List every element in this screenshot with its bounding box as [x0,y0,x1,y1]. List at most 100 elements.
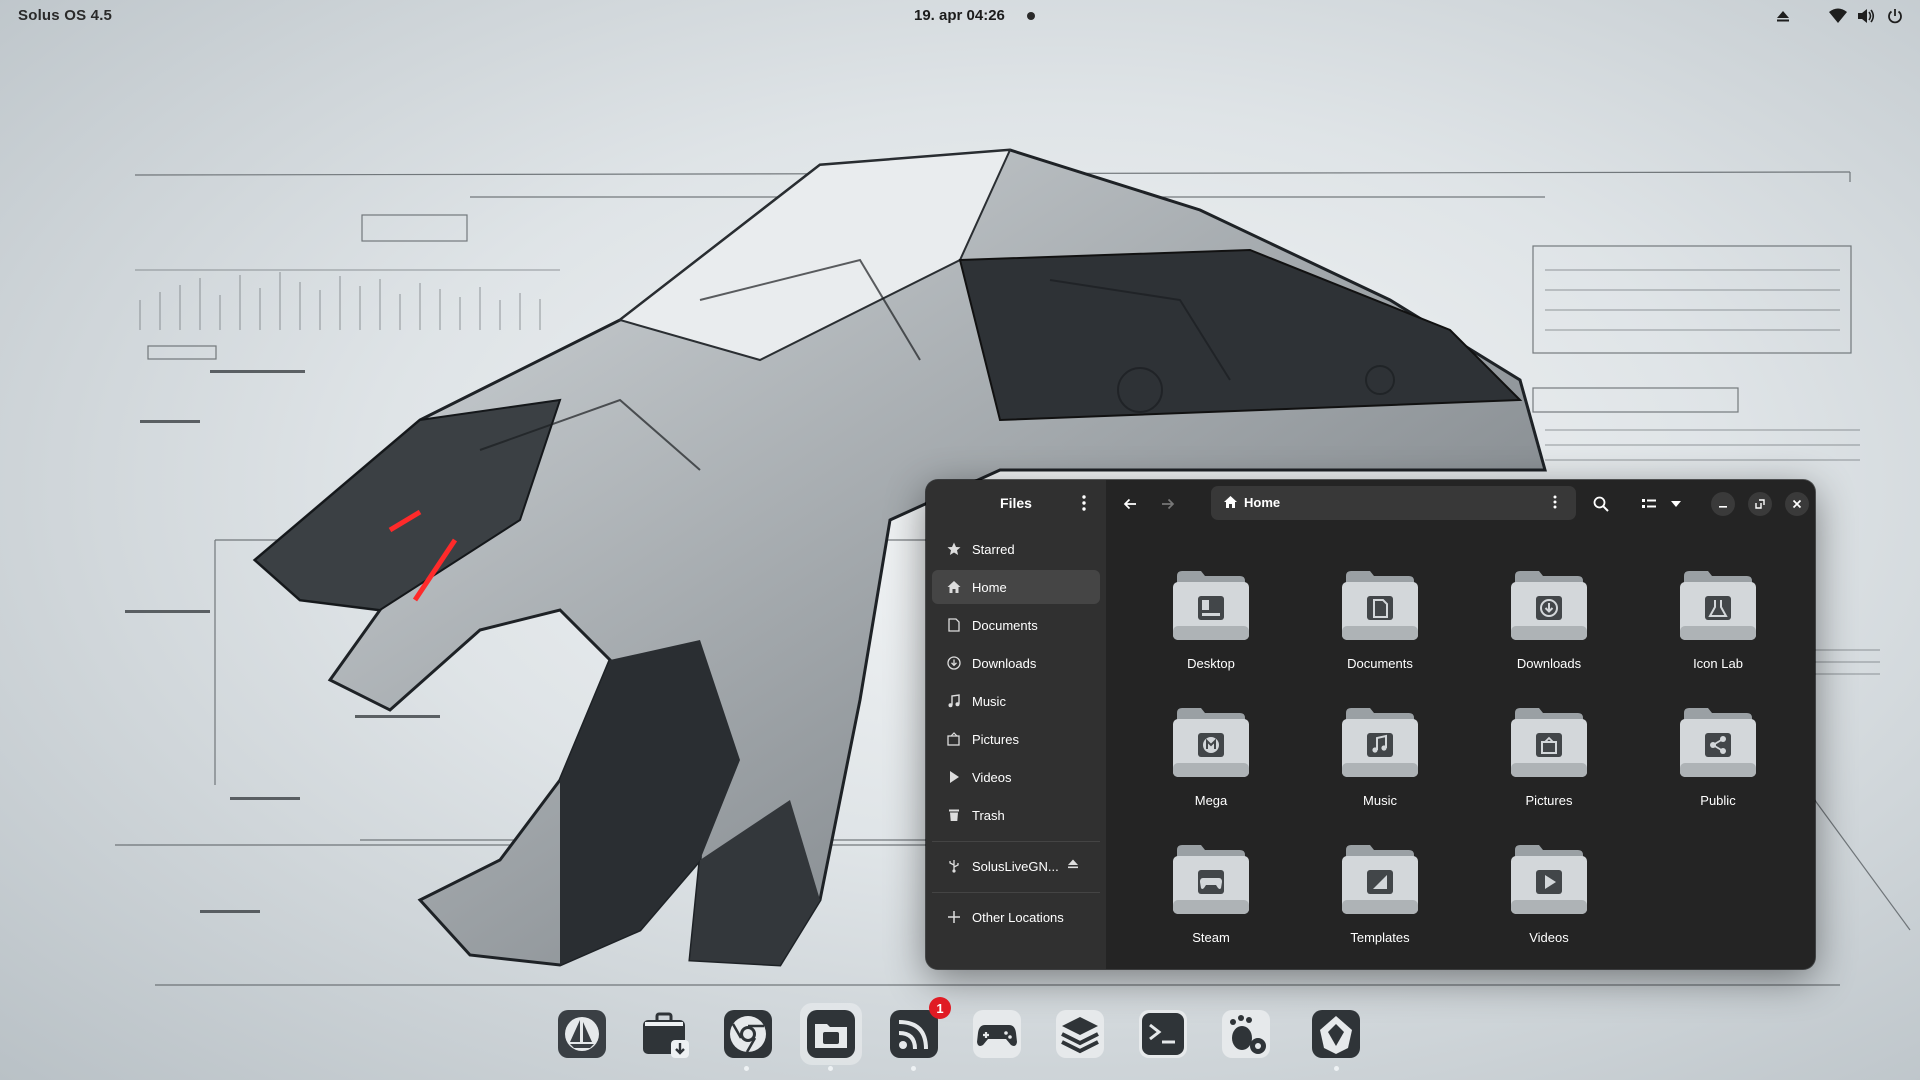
template-icon [1342,845,1418,914]
sidebar-item-pictures[interactable]: Pictures [932,722,1100,756]
eject-drive-icon[interactable] [1067,858,1079,873]
search-button[interactable] [1589,492,1613,516]
clock[interactable]: 19. apr 04:26 [914,7,1005,24]
folder-label: Icon Lab [1693,656,1743,671]
sidebar-item-label: Trash [972,807,1005,823]
folder-label: Templates [1350,930,1410,945]
sidebar-item-label: Home [972,579,1007,595]
running-indicator [911,1066,916,1071]
back-button[interactable] [1118,492,1142,516]
folder-desktop[interactable]: Desktop [1141,568,1281,686]
folder-downloads[interactable]: Downloads [1479,568,1619,686]
folder-label: Public [1700,793,1736,808]
dock-software-center[interactable] [634,1003,696,1065]
sidebar-separator [932,892,1100,893]
terminal-icon [1139,1010,1187,1058]
folder-icon-lab[interactable]: Icon Lab [1648,568,1788,686]
folder-mega[interactable]: Mega [1141,705,1281,823]
download-icon [1511,571,1587,640]
path-bar[interactable]: Home [1211,486,1576,520]
main-area: Home Desktop Documents Downloads Icon La… [1106,480,1815,969]
gamepad-icon [973,1010,1021,1058]
view-mode-button[interactable] [1637,492,1661,516]
plus-icon [946,909,962,925]
dock-gnome-tweaks[interactable] [1215,1003,1277,1065]
power-icon[interactable] [1885,6,1905,26]
notification-badge: 1 [929,997,951,1019]
sidebar-header: Files [926,480,1106,526]
folder-steam[interactable]: Steam [1141,842,1281,960]
os-name-label: Solus OS 4.5 [18,7,113,24]
files-window: Files Starred Home Documents Downloads M… [926,480,1815,969]
dock-files[interactable] [800,1003,862,1065]
solus-icon [558,1010,606,1058]
folder-public[interactable]: Public [1648,705,1788,823]
dock-terminal[interactable] [1132,1003,1194,1065]
sidebar-item-label: Music [972,693,1006,709]
sidebar-item-starred[interactable]: Starred [932,532,1100,566]
folder-videos[interactable]: Videos [1479,842,1619,960]
sidebar-item-label: Other Locations [972,909,1064,925]
trash-icon [946,807,962,823]
drive-label: SolusLiveGN... [972,858,1059,874]
desktop-icon [1173,571,1249,640]
dock-solus[interactable] [551,1003,613,1065]
top-bar: Solus OS 4.5 19. apr 04:26 [0,0,1920,32]
list-view-icon [1642,499,1656,508]
maximize-button[interactable] [1748,492,1772,516]
dock-games[interactable] [966,1003,1028,1065]
sidebar-item-drive[interactable]: SolusLiveGN... [932,849,1100,883]
minimize-button[interactable] [1711,492,1735,516]
vertical-dots-icon[interactable] [1553,494,1557,515]
play-icon [946,769,962,785]
usb-icon [946,858,962,874]
running-indicator [828,1066,833,1071]
view-options-button[interactable] [1664,492,1688,516]
dock-chrome[interactable] [717,1003,779,1065]
arrow-left-icon [1123,498,1136,510]
folder-pictures[interactable]: Pictures [1479,705,1619,823]
folder-label: Downloads [1516,656,1582,671]
main-menu-button[interactable] [1074,493,1094,513]
folder-templates[interactable]: Templates [1310,842,1450,960]
folder-label: Documents [1347,656,1413,671]
software-center-icon [643,1012,689,1058]
sidebar-item-documents[interactable]: Documents [932,608,1100,642]
sidebar-item-videos[interactable]: Videos [932,760,1100,794]
sidebar-item-trash[interactable]: Trash [932,798,1100,832]
sidebar-separator [932,841,1100,842]
forward-button[interactable] [1156,492,1180,516]
sidebar-item-home[interactable]: Home [932,570,1100,604]
dock-app[interactable] [1305,1003,1367,1065]
eject-icon[interactable] [1774,6,1792,26]
volume-icon[interactable] [1856,6,1876,26]
home-icon [1223,495,1238,514]
files-icon [807,1010,855,1058]
share-icon [1680,708,1756,777]
sidebar-item-label: Pictures [972,731,1019,747]
chrome-icon [724,1010,772,1058]
close-button[interactable] [1785,492,1809,516]
sidebar-item-label: Starred [972,541,1015,557]
sidebar-item-music[interactable]: Music [932,684,1100,718]
gnome-tweaks-icon [1222,1010,1270,1058]
document-icon [1342,571,1418,640]
sidebar-item-downloads[interactable]: Downloads [932,646,1100,680]
sidebar-item-other-locations[interactable]: Other Locations [932,900,1100,934]
picture-icon [1511,708,1587,777]
music-note-icon [1342,708,1418,777]
wifi-icon[interactable] [1828,6,1848,26]
layers-icon [1056,1010,1104,1058]
vertical-dots-icon [1082,495,1086,511]
running-indicator [1334,1066,1339,1071]
maximize-icon [1755,499,1765,509]
arrow-right-icon [1162,498,1175,510]
running-indicator [744,1066,749,1071]
folder-label: Desktop [1187,656,1235,671]
folder-music[interactable]: Music [1310,705,1450,823]
dock-layers[interactable] [1049,1003,1111,1065]
folder-label: Pictures [1525,793,1573,808]
close-icon [1792,499,1802,509]
folder-documents[interactable]: Documents [1310,568,1450,686]
app-icon [1312,1010,1360,1058]
